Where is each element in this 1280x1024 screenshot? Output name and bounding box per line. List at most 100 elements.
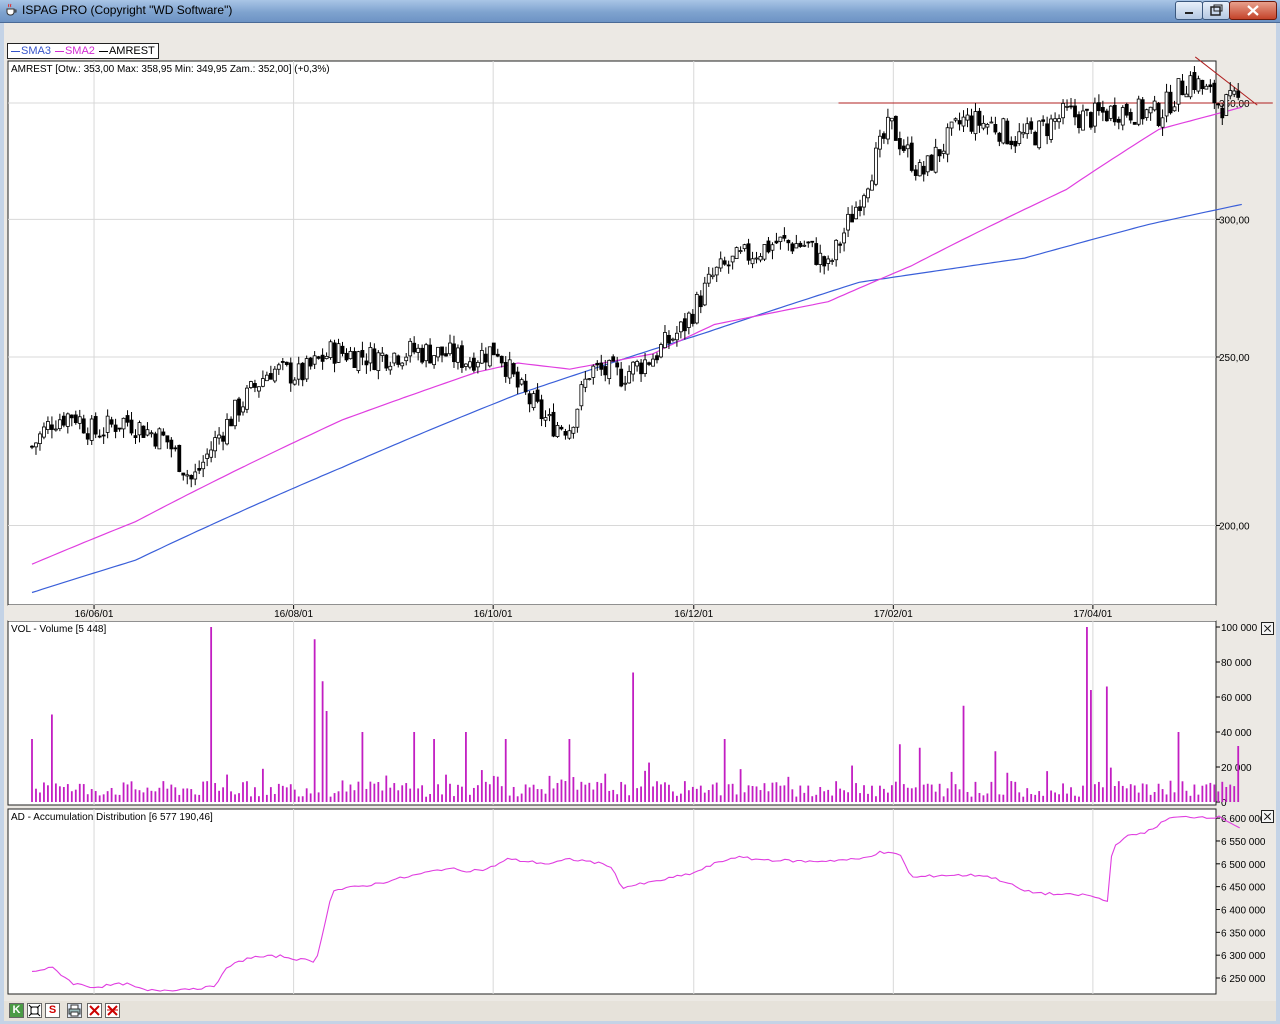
volume-bar — [918, 747, 921, 802]
candle-body — [97, 435, 102, 438]
candlestick — [1089, 111, 1093, 130]
volume-bar — [1213, 784, 1216, 802]
legend-item-sma3[interactable]: SMA3 — [11, 45, 51, 57]
candle-body — [424, 344, 429, 362]
candle-body — [1053, 118, 1057, 122]
date-axis-band — [8, 605, 1216, 621]
s-button[interactable]: S — [45, 1003, 60, 1018]
candle-body — [1013, 140, 1018, 147]
volume-bar — [1109, 767, 1112, 802]
candle-body — [675, 332, 679, 341]
candle-body — [420, 347, 425, 363]
candle-body — [1089, 112, 1093, 128]
print-button[interactable] — [67, 1003, 82, 1018]
candle-body — [1005, 120, 1010, 145]
legend-item-amrest[interactable]: AMREST — [98, 45, 155, 57]
price-pane-title: AMREST [Otw.: 353,00 Max: 358,95 Min: 34… — [11, 64, 330, 75]
candle-body — [774, 240, 779, 244]
candle-body — [563, 431, 568, 436]
candle-body — [209, 449, 214, 458]
volume-bar — [409, 788, 412, 802]
candle-body — [384, 354, 389, 369]
candle-body — [905, 144, 910, 150]
volume-bar — [273, 793, 276, 802]
legend-item-sma2[interactable]: SMA2 — [54, 45, 95, 57]
chart-area[interactable]: 200,00250,00300,00350,0016/06/01 16/08/01… — [0, 0, 1280, 1024]
candlestick — [1104, 108, 1109, 122]
candle-body — [762, 244, 767, 260]
candlestick — [694, 291, 699, 325]
volume-bar — [1169, 780, 1172, 802]
volume-bar — [616, 794, 619, 802]
candle-body — [786, 239, 791, 244]
close-volume-pane-button[interactable] — [1261, 622, 1274, 635]
candlestick — [659, 342, 663, 359]
candle-body — [1120, 107, 1125, 126]
volume-bar — [1097, 781, 1100, 802]
volume-bar — [329, 796, 332, 802]
candle-body — [981, 122, 986, 129]
volume-bar — [504, 739, 507, 802]
candle-body — [667, 334, 671, 344]
candle-body — [320, 354, 325, 362]
candle-body — [225, 418, 229, 445]
volume-bar — [476, 785, 479, 802]
candlestick — [1049, 114, 1054, 143]
volume-bar — [771, 782, 774, 802]
candle-body — [1128, 112, 1133, 121]
candlestick — [491, 342, 496, 356]
remove-all-button[interactable] — [105, 1003, 120, 1018]
volume-bar — [174, 787, 177, 802]
candle-body — [1200, 79, 1205, 90]
candle-body — [734, 247, 739, 259]
candle-body — [551, 411, 556, 437]
volume-bar — [922, 784, 925, 802]
candle-body — [1208, 84, 1213, 88]
volume-bar — [1086, 627, 1088, 802]
volume-bar — [966, 791, 969, 802]
volume-bar — [397, 790, 400, 802]
remove-button[interactable] — [87, 1003, 102, 1018]
volume-bar — [393, 783, 396, 802]
volume-bar — [703, 792, 706, 802]
volume-bar — [500, 786, 503, 802]
volume-bar — [222, 787, 224, 802]
volume-bar — [47, 785, 49, 802]
volume-bar — [385, 775, 388, 802]
volume-bar — [281, 785, 284, 802]
candle-body — [718, 258, 723, 269]
volume-bar — [122, 782, 125, 802]
candle-body — [348, 350, 353, 360]
volume-bar — [699, 785, 702, 802]
candlestick — [893, 115, 898, 141]
candle-body — [866, 188, 870, 199]
candle-body — [65, 413, 70, 427]
volume-bar — [1129, 784, 1132, 802]
candle-body — [690, 313, 695, 324]
candle-body — [217, 434, 222, 439]
volume-bar — [1002, 794, 1005, 802]
plot-area-2 — [7, 620, 1217, 806]
volume-bar — [592, 789, 595, 802]
volume-bar — [445, 774, 447, 802]
volume-bar — [795, 796, 798, 802]
candle-body — [790, 243, 795, 252]
candlestick — [1033, 130, 1038, 146]
candlestick — [1132, 121, 1137, 125]
candle-body — [663, 332, 667, 349]
volume-bar — [39, 792, 41, 802]
volume-bar — [1185, 790, 1188, 802]
candle-body — [61, 415, 66, 426]
volume-bar — [906, 787, 909, 802]
k-button[interactable]: K — [9, 1003, 24, 1018]
volume-bar — [871, 785, 873, 802]
candle-body — [567, 430, 572, 439]
candle-body — [1096, 102, 1101, 112]
candle-body — [456, 347, 460, 363]
volume-bar — [54, 783, 57, 802]
volume-bar — [723, 739, 726, 802]
candle-body — [1001, 118, 1006, 144]
fit-button[interactable] — [27, 1003, 42, 1018]
candle-body — [189, 475, 194, 480]
close-ad-pane-button[interactable] — [1261, 810, 1274, 823]
